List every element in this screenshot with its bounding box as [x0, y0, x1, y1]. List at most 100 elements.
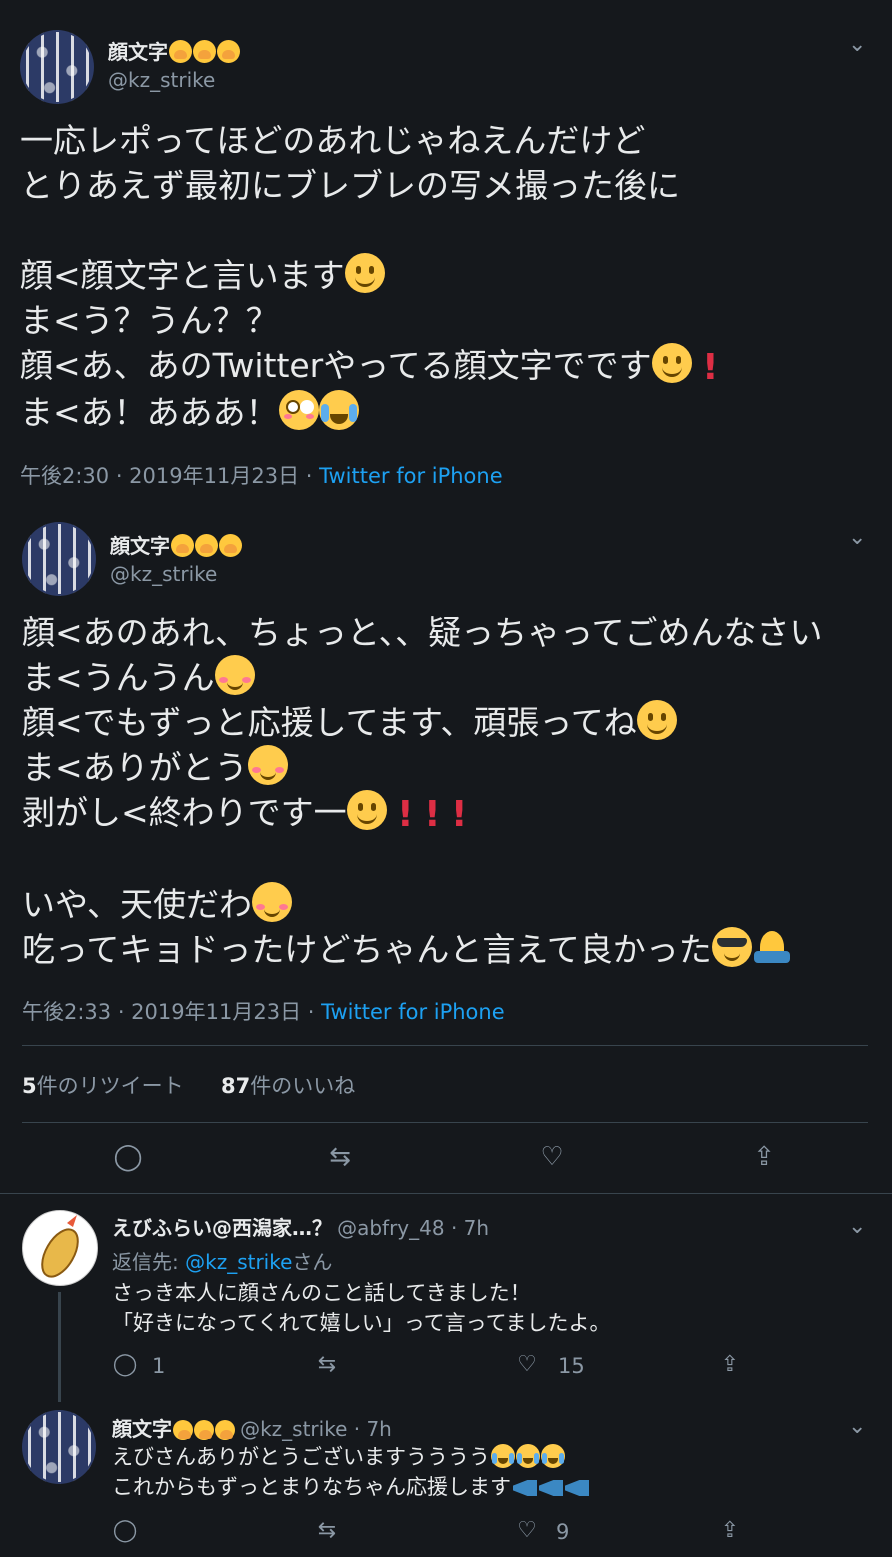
- hand-over-mouth-emoji: [173, 1420, 193, 1440]
- tweet-line: ​: [20, 208, 719, 253]
- like-count: 9: [556, 1520, 570, 1544]
- user-handle[interactable]: @kz_strike: [108, 68, 215, 92]
- tweet-stats: 5件のリツイート 87件のいいね: [22, 1070, 355, 1100]
- reply-line: 「好きになってくれて嬉しい」って言ってましたよ。: [112, 1311, 611, 1335]
- reply-count: 1: [152, 1354, 166, 1378]
- chevron-down-icon[interactable]: ⌄: [848, 32, 866, 57]
- user-name[interactable]: 顔文字: [108, 36, 240, 65]
- replying-suffix: さん: [292, 1250, 333, 1274]
- tweet-line-row: 顔<あ、あのTwitterやってる顔文字でです !: [20, 343, 719, 390]
- slight-smile-emoji: [636, 700, 677, 740]
- tweet-line: とりあえず最初にブレブレの写メ撮った後に: [20, 166, 680, 205]
- chevron-down-icon[interactable]: ⌄: [848, 1414, 866, 1439]
- tweet-line: ま<ありがとう: [22, 748, 248, 787]
- retweet-icon[interactable]: ⇆: [312, 1352, 342, 1377]
- tweet-line: ま<うんうん: [22, 658, 215, 697]
- reply-icon[interactable]: ◯: [113, 1142, 143, 1172]
- user-name-text[interactable]: 顔文字: [108, 40, 168, 64]
- loudly-crying-emoji: [491, 1444, 515, 1468]
- tweet-line: ま<あ！あああ！: [20, 393, 279, 432]
- like-icon[interactable]: ♡: [512, 1352, 542, 1377]
- avatar[interactable]: [20, 30, 94, 104]
- hand-over-mouth-emoji: [219, 534, 242, 557]
- reply-header: えびふらい@西潟家…？ @abfry_48 · 7h: [112, 1212, 489, 1241]
- share-icon[interactable]: ⇪: [749, 1142, 779, 1172]
- reply-line: さっき本人に顔さんのこと話してきました！: [112, 1281, 531, 1305]
- tweet-line: ま<う？うん？？: [20, 301, 279, 340]
- source-link[interactable]: Twitter for iPhone: [321, 1000, 505, 1024]
- replying-prefix: 返信先:: [112, 1250, 186, 1274]
- hand-over-mouth-emoji: [195, 534, 218, 557]
- avatar[interactable]: [22, 522, 96, 596]
- like-stat[interactable]: 87件のいいね: [221, 1074, 355, 1098]
- user-handle[interactable]: @kz_strike · 7h: [240, 1417, 392, 1441]
- hand-over-mouth-emoji: [193, 40, 216, 63]
- tweet-line-row: 顔<顔文字と言います: [20, 253, 719, 298]
- user-name[interactable]: 顔文字: [110, 530, 242, 559]
- user-name[interactable]: 顔文字: [112, 1417, 235, 1441]
- slight-smile-emoji: [346, 790, 387, 830]
- retweet-icon[interactable]: ⇆: [325, 1142, 355, 1172]
- user-handle[interactable]: @kz_strike: [110, 562, 217, 586]
- exclamation-emoji: !: [424, 794, 441, 835]
- user-handle[interactable]: @abfry_48 · 7h: [337, 1216, 489, 1240]
- share-icon[interactable]: ⇪: [715, 1518, 745, 1543]
- flushed-emoji: [278, 390, 319, 430]
- replying-to: 返信先: @kz_strikeさん: [112, 1246, 332, 1275]
- like-icon[interactable]: ♡: [512, 1518, 542, 1543]
- meta-separator: ·: [307, 1000, 315, 1024]
- avatar[interactable]: [22, 1210, 98, 1286]
- avatar[interactable]: [22, 1410, 96, 1484]
- source-link[interactable]: Twitter for iPhone: [319, 464, 503, 488]
- hand-over-mouth-emoji: [171, 534, 194, 557]
- tweet-line: 顔<あのあれ、ちょっと、、疑っちゃってごめんなさい: [22, 613, 823, 652]
- tweet-text: 一応レポってほどのあれじゃねえんだけど とりあえず最初にブレブレの写メ撮った後に…: [20, 118, 719, 435]
- timestamp[interactable]: 午後2:30 · 2019年11月23日: [20, 464, 299, 488]
- share-icon[interactable]: ⇪: [715, 1352, 745, 1377]
- tweet-line-row: いや、天使だわ: [22, 882, 823, 927]
- tweet-line-row: ま<あ！あああ！: [20, 390, 719, 435]
- slight-smile-emoji: [344, 253, 385, 293]
- tweet-line-row: 吃ってキョドったけどちゃんと言えて良かった: [22, 927, 823, 972]
- reply-header: 顔文字 @kz_strike · 7h: [112, 1413, 392, 1442]
- loudly-crying-emoji: [541, 1444, 565, 1468]
- user-name-text[interactable]: 顔文字: [112, 1417, 172, 1441]
- blush-emoji: [214, 655, 255, 695]
- hand-over-mouth-emoji: [217, 40, 240, 63]
- tweet-line: ​: [22, 837, 823, 882]
- blush-emoji: [252, 882, 293, 922]
- hand-over-mouth-emoji: [215, 1420, 235, 1440]
- tweet-meta: 午後2:30 · 2019年11月23日 · Twitter for iPhon…: [20, 460, 503, 490]
- tweet-text: 顔<あのあれ、ちょっと、、疑っちゃってごめんなさい ま<うんうん 顔<でもずっと…: [22, 610, 823, 972]
- exclamation-emoji: !: [451, 794, 468, 835]
- reply-line-row: えびさんありがとうございますうううう: [112, 1442, 589, 1472]
- retweet-icon[interactable]: ⇆: [312, 1518, 342, 1543]
- megaphone-emoji: [513, 1480, 537, 1496]
- blush-emoji: [247, 745, 288, 785]
- reply-line: これからもずっとまりなちゃん応援します: [112, 1475, 511, 1499]
- divider: [22, 1045, 868, 1046]
- reply-icon[interactable]: ◯: [110, 1518, 140, 1543]
- tweet-line-row: ま<ありがとう: [22, 745, 823, 790]
- chevron-down-icon[interactable]: ⌄: [848, 1214, 866, 1239]
- divider: [0, 1193, 892, 1194]
- user-name-text[interactable]: 顔文字: [110, 534, 170, 558]
- like-icon[interactable]: ♡: [537, 1142, 567, 1172]
- retweet-label: 件のリツイート: [36, 1074, 184, 1098]
- thread-line: [58, 1292, 61, 1402]
- tweet-line: 顔<でもずっと応援してます、頑張ってね: [22, 703, 637, 742]
- mention-link[interactable]: @kz_strike: [185, 1250, 292, 1274]
- user-name[interactable]: えびふらい@西潟家…？: [112, 1216, 332, 1240]
- retweet-stat[interactable]: 5件のリツイート: [22, 1074, 184, 1098]
- tweet-meta: 午後2:33 · 2019年11月23日 · Twitter for iPhon…: [22, 996, 505, 1026]
- tweet-line: 剥がし<終わりです一: [22, 793, 347, 832]
- reply-icon[interactable]: ◯: [110, 1352, 140, 1377]
- chevron-down-icon[interactable]: ⌄: [848, 525, 866, 550]
- shrimp-tempura-icon: [41, 1215, 79, 1278]
- reply-text: えびさんありがとうございますうううう これからもずっとまりなちゃん応援します: [112, 1442, 589, 1502]
- timestamp[interactable]: 午後2:33 · 2019年11月23日: [22, 1000, 301, 1024]
- reply-line: えびさんありがとうございますうううう: [112, 1445, 490, 1469]
- sunglasses-emoji: [711, 927, 752, 967]
- retweet-count: 5: [22, 1074, 37, 1098]
- meta-separator: ·: [305, 464, 313, 488]
